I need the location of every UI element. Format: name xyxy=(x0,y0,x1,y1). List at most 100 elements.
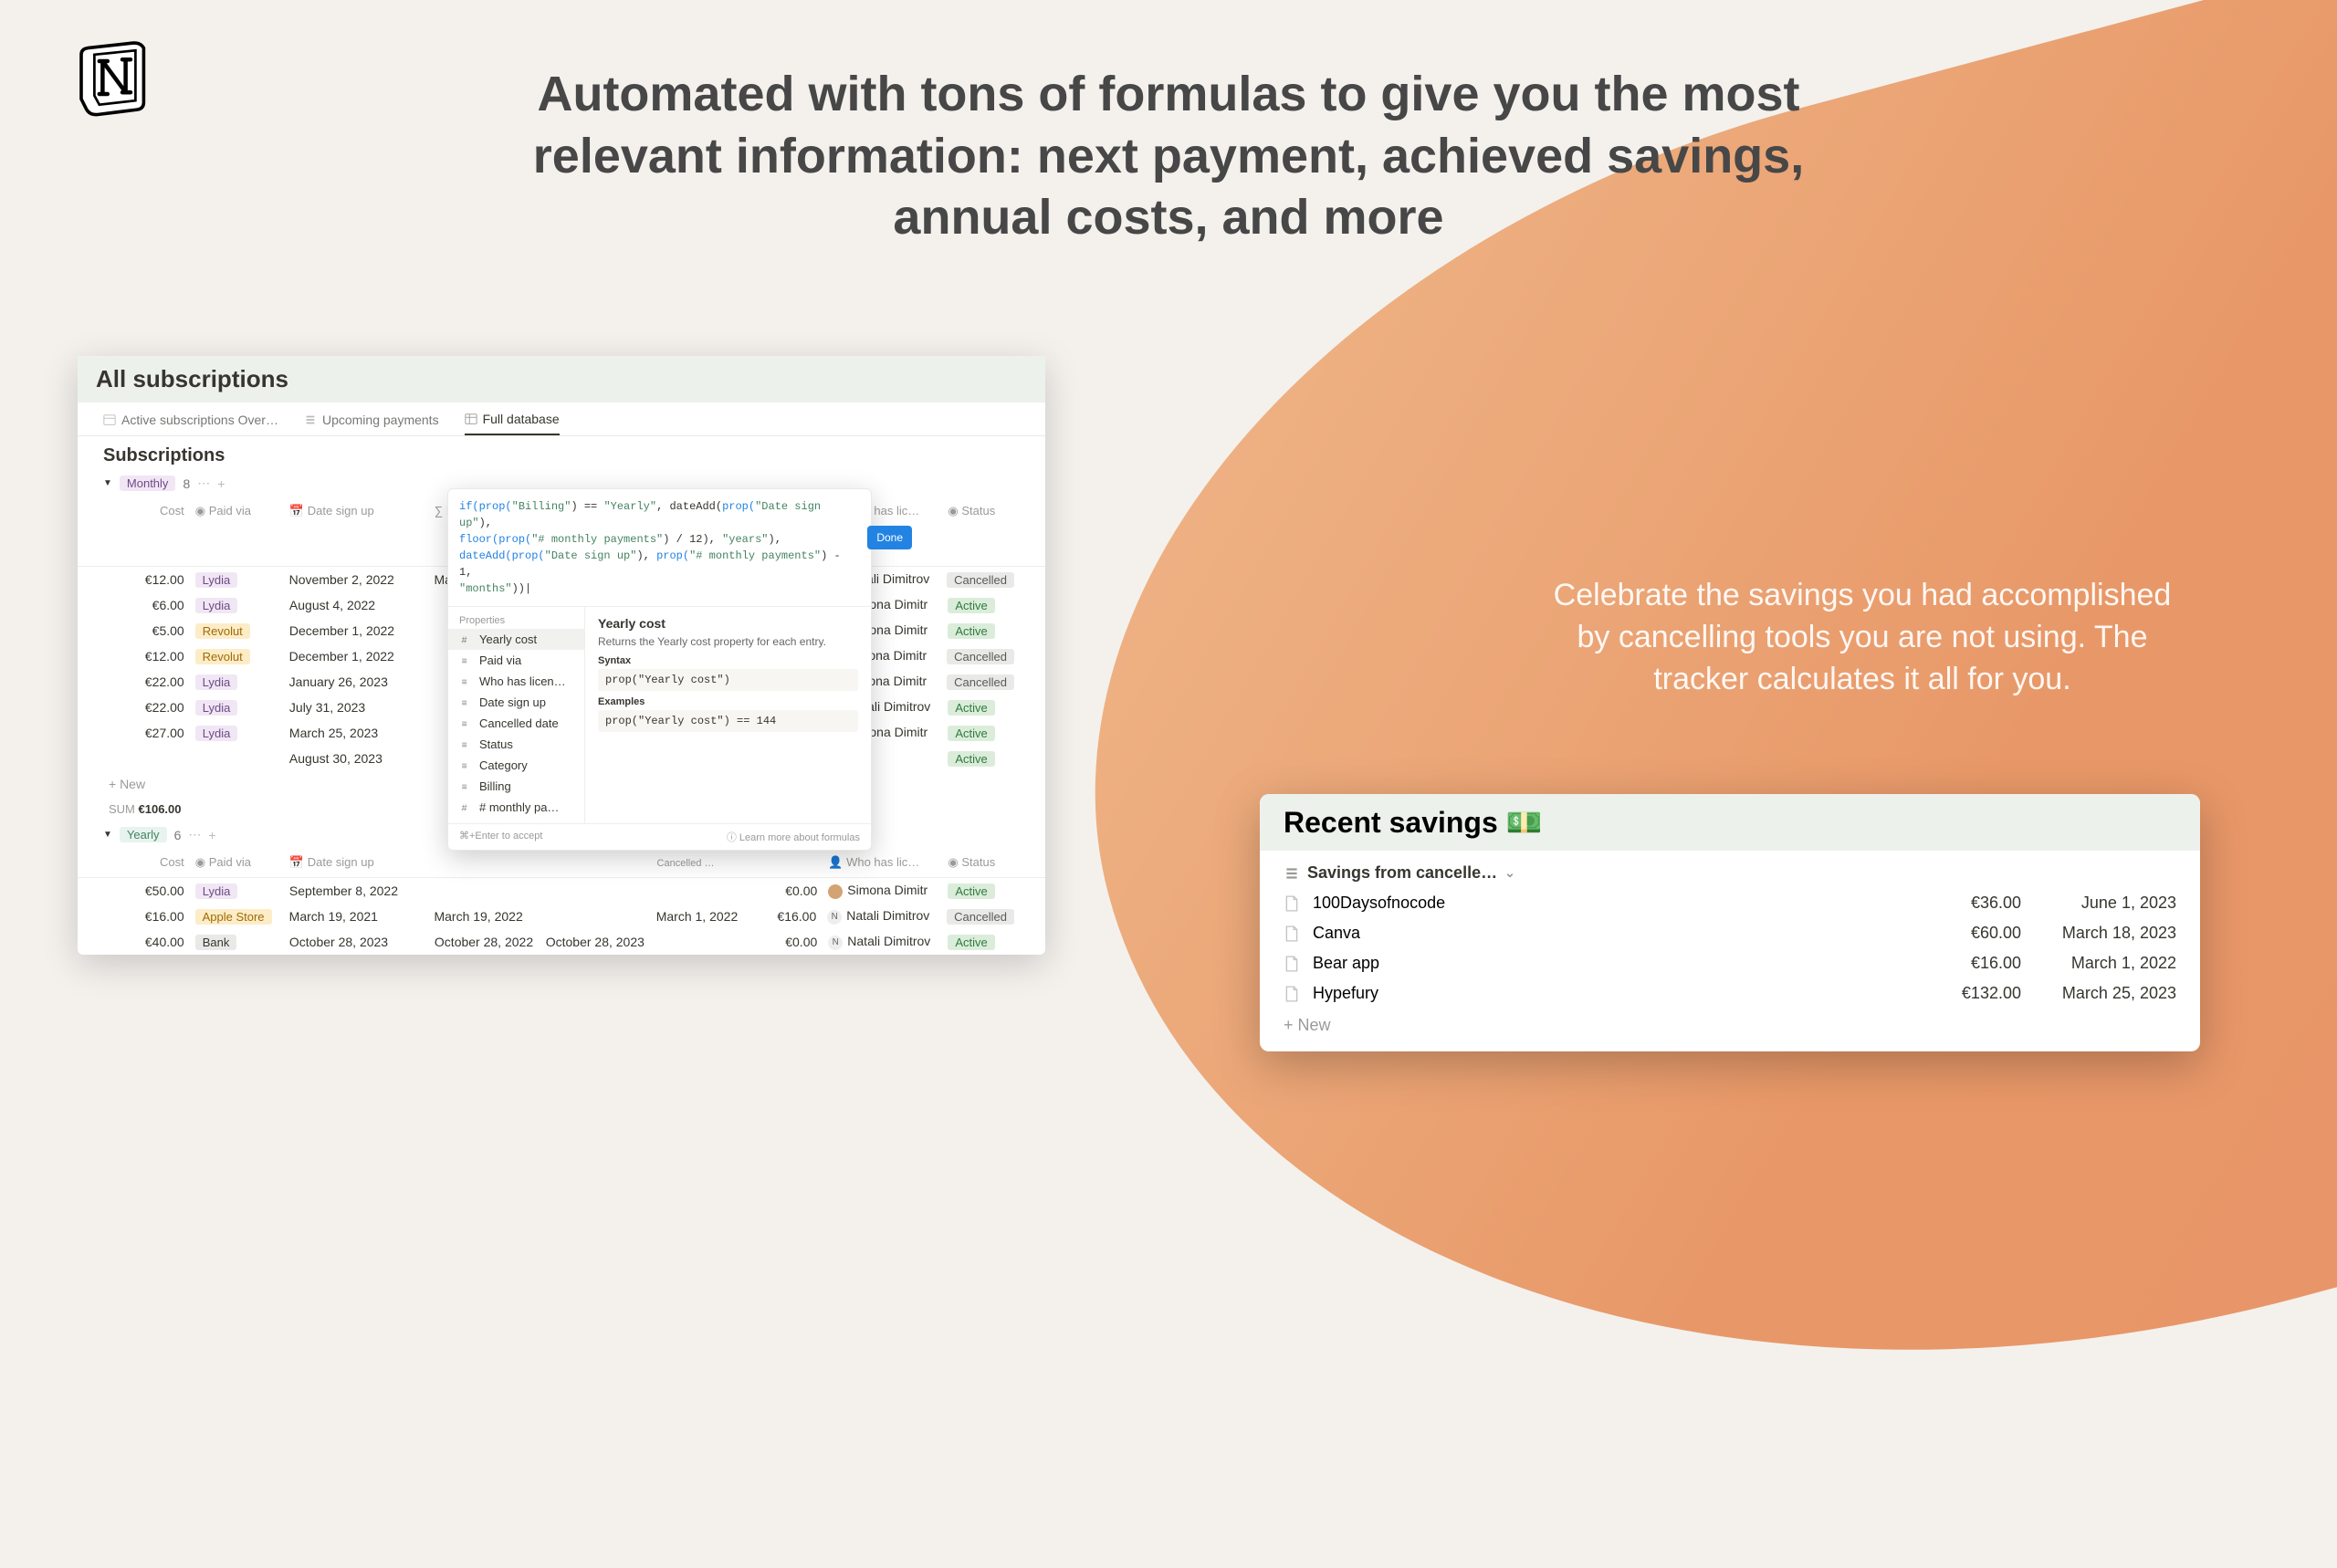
savings-row[interactable]: Canva €60.00 March 18, 2023 xyxy=(1260,918,2200,948)
col-cancelled[interactable]: Cancelled … xyxy=(652,852,746,873)
property-item[interactable]: # Yearly cost xyxy=(448,629,584,650)
col-paid-via[interactable]: ◉ Paid via xyxy=(190,500,284,562)
more-icon[interactable]: ⋯ xyxy=(197,476,210,491)
property-item[interactable]: ≡ Paid via xyxy=(448,650,584,671)
cell-status[interactable]: Active xyxy=(942,880,1020,902)
col-paid-via[interactable]: ◉ Paid via xyxy=(190,852,284,873)
cell-cancelled[interactable] xyxy=(652,938,746,946)
learn-more-link[interactable]: ⓘ Learn more about formulas xyxy=(727,830,860,844)
cell-paid-via[interactable]: Lydia xyxy=(190,569,284,591)
cell-cost[interactable]: €50.00 xyxy=(121,880,189,902)
cell-paid-via[interactable] xyxy=(190,755,284,762)
savings-row[interactable]: Hypefury €132.00 March 25, 2023 xyxy=(1260,978,2200,1009)
add-icon[interactable]: + xyxy=(217,476,225,491)
cell-signup[interactable]: January 26, 2023 xyxy=(284,671,429,693)
cell-who[interactable]: Simona Dimitr xyxy=(823,879,942,902)
col-who[interactable]: 👤 Who has lic… xyxy=(823,852,942,873)
cell-paid-via[interactable]: Revolut xyxy=(190,620,284,642)
cell-signup[interactable]: December 1, 2022 xyxy=(284,620,429,642)
property-item[interactable]: ≡ Status xyxy=(448,734,584,755)
property-item[interactable]: ≡ Who has licen… xyxy=(448,671,584,692)
cell-cost[interactable]: €6.00 xyxy=(121,594,189,616)
col-signup[interactable]: 📅 Date sign up xyxy=(284,500,429,562)
cell-signup[interactable]: March 19, 2021 xyxy=(284,905,429,927)
tab-full-db[interactable]: Full database xyxy=(465,412,560,435)
cell-who[interactable]: NNatali Dimitrov xyxy=(823,930,942,953)
cell-paid-via[interactable]: Apple Store xyxy=(190,905,284,927)
cell-status[interactable]: Active xyxy=(942,722,1020,744)
cell-cost[interactable]: €16.00 xyxy=(121,905,189,927)
cell-savings[interactable]: €0.00 xyxy=(746,931,823,953)
add-icon[interactable]: + xyxy=(208,828,215,842)
col-signup[interactable]: 📅 Date sign up xyxy=(284,852,429,873)
svg-text:≡: ≡ xyxy=(462,718,467,729)
cell-last-payment[interactable]: October 28, 2022 xyxy=(429,931,540,953)
cell-status[interactable]: Active xyxy=(942,594,1020,616)
col-status[interactable]: ◉ Status xyxy=(942,852,1020,873)
col-cost[interactable]: Cost xyxy=(121,500,189,562)
col-cost[interactable]: Cost xyxy=(121,852,189,873)
cell-cost[interactable]: €22.00 xyxy=(121,671,189,693)
table-row[interactable]: €40.00 Bank October 28, 2023 October 28,… xyxy=(78,929,1045,955)
property-item[interactable]: ≡ Date sign up xyxy=(448,692,584,713)
cell-signup[interactable]: March 25, 2023 xyxy=(284,722,429,744)
cell-cost[interactable]: €12.00 xyxy=(121,569,189,591)
cell-status[interactable]: Cancelled xyxy=(941,645,1020,667)
cell-paid-via[interactable]: Lydia xyxy=(190,594,284,616)
cell-paid-via[interactable]: Revolut xyxy=(190,645,284,667)
cell-cancelled[interactable]: March 1, 2022 xyxy=(651,905,745,927)
cell-cost[interactable]: €12.00 xyxy=(121,645,189,667)
cell-next-payment[interactable] xyxy=(540,887,652,894)
cell-cancelled[interactable] xyxy=(652,887,746,894)
cell-savings[interactable]: €0.00 xyxy=(746,880,823,902)
cell-cost[interactable] xyxy=(121,755,189,762)
cell-signup[interactable]: September 8, 2022 xyxy=(284,880,429,902)
cell-paid-via[interactable]: Lydia xyxy=(190,880,284,902)
tab-active-subs[interactable]: Active subscriptions Over… xyxy=(103,412,278,435)
done-button[interactable]: Done xyxy=(867,526,912,549)
cell-signup[interactable]: August 30, 2023 xyxy=(284,747,429,769)
cell-next-payment[interactable]: October 28, 2023 xyxy=(540,931,652,953)
list-icon xyxy=(1284,865,1300,882)
cell-status[interactable]: Active xyxy=(942,620,1020,642)
more-icon[interactable]: ⋯ xyxy=(188,827,201,842)
cell-paid-via[interactable]: Lydia xyxy=(190,671,284,693)
savings-view-picker[interactable]: Savings from cancelle… ⌄ xyxy=(1260,851,2200,888)
cell-status[interactable]: Active xyxy=(942,747,1020,769)
property-item[interactable]: ≡ Cancelled date xyxy=(448,713,584,734)
cell-paid-via[interactable]: Bank xyxy=(190,931,284,953)
cell-cost[interactable]: €40.00 xyxy=(121,931,189,953)
property-item[interactable]: ≡ Billing xyxy=(448,776,584,797)
property-item[interactable]: ≡ Category xyxy=(448,755,584,776)
cell-paid-via[interactable]: Lydia xyxy=(190,722,284,744)
table-row[interactable]: €50.00 Lydia September 8, 2022 €0.00 Sim… xyxy=(78,878,1045,904)
cell-cost[interactable]: €5.00 xyxy=(121,620,189,642)
headline: Automated with tons of formulas to give … xyxy=(484,64,1853,249)
cell-paid-via[interactable]: Lydia xyxy=(190,696,284,718)
savings-row[interactable]: 100Daysofnocode €36.00 June 1, 2023 xyxy=(1260,888,2200,918)
cell-status[interactable]: Active xyxy=(942,696,1020,718)
table-row[interactable]: €16.00 Apple Store March 19, 2021 March … xyxy=(78,904,1045,929)
cell-signup[interactable]: November 2, 2022 xyxy=(284,569,429,591)
cell-signup[interactable]: July 31, 2023 xyxy=(284,696,429,718)
cell-signup[interactable]: October 28, 2023 xyxy=(284,931,429,953)
cell-status[interactable]: Active xyxy=(942,931,1020,953)
cell-cost[interactable]: €27.00 xyxy=(121,722,189,744)
cell-last-payment[interactable] xyxy=(429,887,540,894)
savings-row[interactable]: Bear app €16.00 March 1, 2022 xyxy=(1260,948,2200,978)
col-status[interactable]: ◉ Status xyxy=(942,500,1020,562)
cell-signup[interactable]: December 1, 2022 xyxy=(284,645,429,667)
property-item[interactable]: # # monthly pa… xyxy=(448,797,584,818)
cell-status[interactable]: Cancelled xyxy=(941,671,1020,693)
cell-cost[interactable]: €22.00 xyxy=(121,696,189,718)
cell-next-payment[interactable] xyxy=(540,913,651,920)
cell-signup[interactable]: August 4, 2022 xyxy=(284,594,429,616)
formula-code[interactable]: if(prop("Billing") == "Yearly", dateAdd(… xyxy=(448,489,871,607)
new-savings-button[interactable]: + New xyxy=(1260,1009,2200,1042)
cell-last-payment[interactable]: March 19, 2022 xyxy=(428,905,540,927)
cell-status[interactable]: Cancelled xyxy=(941,905,1020,927)
cell-who[interactable]: NNatali Dimitrov xyxy=(822,904,941,927)
cell-status[interactable]: Cancelled xyxy=(941,569,1020,591)
cell-savings[interactable]: €16.00 xyxy=(745,905,822,927)
tab-upcoming[interactable]: Upcoming payments xyxy=(304,412,439,435)
